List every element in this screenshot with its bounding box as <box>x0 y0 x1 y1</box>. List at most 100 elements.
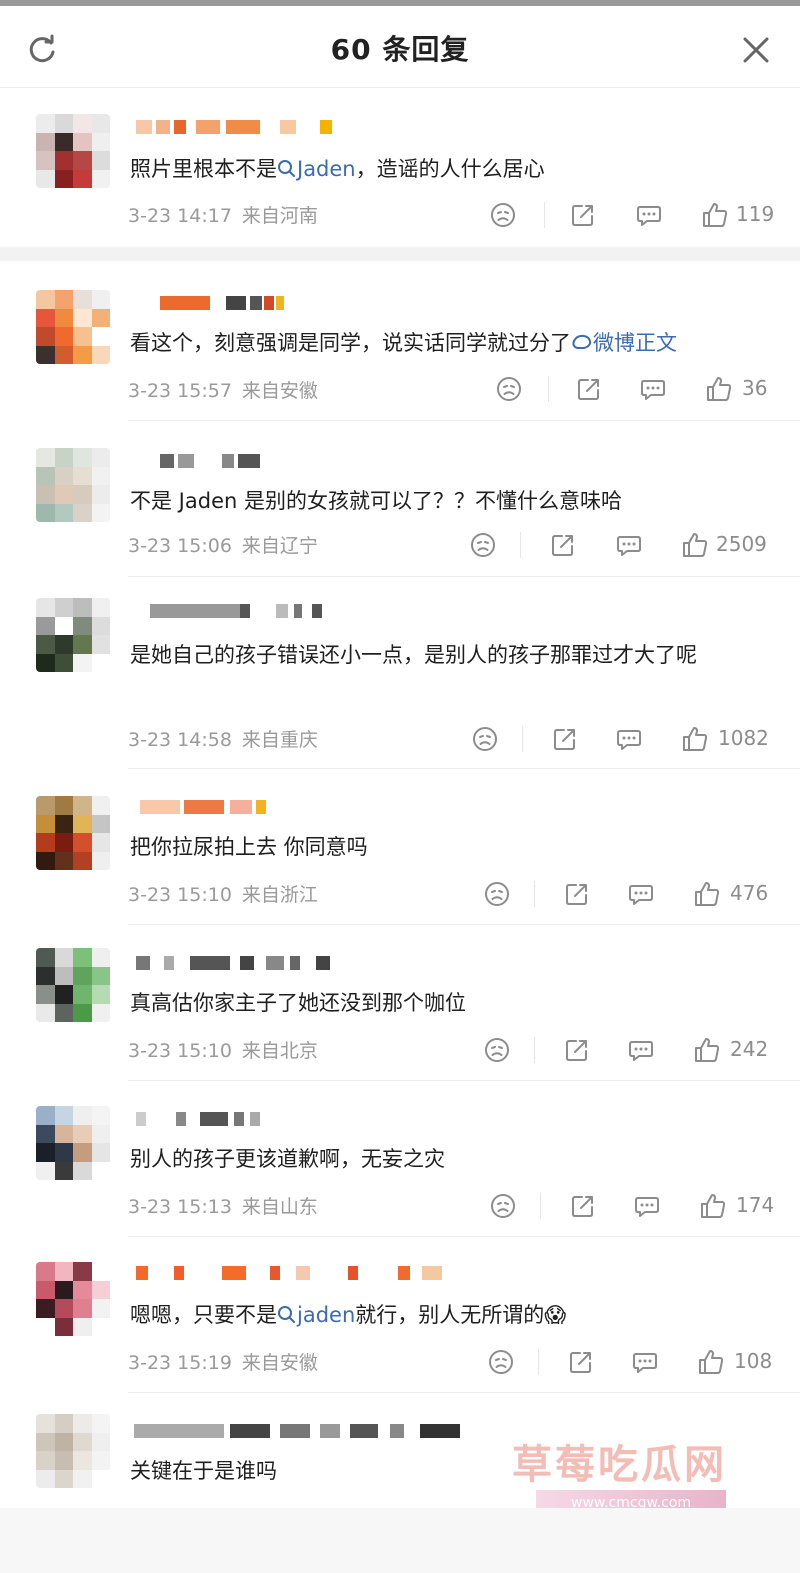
topic-link[interactable]: 微博正文 <box>571 331 677 355</box>
like-button[interactable] <box>704 374 734 404</box>
topic-link[interactable]: Jaden <box>277 157 356 181</box>
username-redacted[interactable] <box>130 956 460 974</box>
redaction-block <box>174 1266 184 1280</box>
redaction-block <box>178 454 194 468</box>
share-button[interactable] <box>568 200 598 230</box>
comment-text: 照片里根本不是 Jaden，造谣的人什么居心 <box>130 152 770 186</box>
avatar-pixel <box>54 598 73 617</box>
redaction-block <box>250 296 262 310</box>
avatar-pixel <box>36 851 55 870</box>
reply-button[interactable] <box>638 374 668 404</box>
share-button[interactable] <box>574 374 604 404</box>
avatar-pixel <box>73 151 92 170</box>
avatar-pixel <box>91 948 110 967</box>
avatar-pixel <box>36 290 55 309</box>
username-redacted[interactable] <box>130 454 460 472</box>
reply-button[interactable] <box>634 200 664 230</box>
avatar[interactable] <box>36 114 110 188</box>
dislike-button[interactable] <box>486 1347 516 1377</box>
redaction-block <box>164 956 174 970</box>
avatar-pixel <box>36 833 55 852</box>
username-redacted[interactable] <box>130 604 460 622</box>
avatar[interactable] <box>36 448 110 522</box>
share-button[interactable] <box>568 1191 598 1221</box>
comment-divider <box>128 576 800 577</box>
search-topic-icon <box>278 1306 295 1323</box>
username-redacted[interactable] <box>130 1424 460 1442</box>
reply-button[interactable] <box>630 1347 660 1377</box>
dislike-button[interactable] <box>470 724 500 754</box>
share-button[interactable] <box>562 1035 592 1065</box>
dislike-button[interactable] <box>488 200 518 230</box>
topic-link[interactable]: jaden <box>277 1303 355 1327</box>
redaction-block <box>226 120 260 134</box>
avatar[interactable] <box>36 1262 110 1336</box>
avatar-pixel <box>54 966 73 985</box>
avatar-pixel <box>54 503 73 522</box>
comment-text-main: 是她自己的孩子错误还小一点，是别人的孩子那罪过才大了呢 <box>130 643 697 667</box>
avatar-pixel <box>36 132 55 151</box>
dislike-button[interactable] <box>488 1191 518 1221</box>
redaction-block <box>134 1424 224 1438</box>
like-button[interactable] <box>692 879 722 909</box>
avatar-pixel <box>54 169 73 188</box>
redaction-block <box>320 120 332 134</box>
dislike-button[interactable] <box>482 1035 512 1065</box>
close-button[interactable] <box>734 28 778 72</box>
redaction-block <box>160 296 210 310</box>
avatar-pixel <box>73 851 92 870</box>
share-button[interactable] <box>566 1347 596 1377</box>
avatar-pixel <box>36 151 55 170</box>
username-redacted[interactable] <box>130 1112 460 1130</box>
thumbs-up-icon <box>701 1194 726 1218</box>
like-button[interactable] <box>692 1035 722 1065</box>
reply-button[interactable] <box>632 1191 662 1221</box>
dislike-button[interactable] <box>468 530 498 560</box>
redaction-block <box>222 454 234 468</box>
avatar[interactable] <box>36 598 110 672</box>
avatar-pixel <box>91 466 110 485</box>
comment-icon <box>629 1041 653 1061</box>
avatar[interactable] <box>36 796 110 870</box>
avatar-pixel <box>36 1299 55 1318</box>
sad-face-icon <box>491 203 515 227</box>
share-button[interactable] <box>562 879 592 909</box>
username-redacted[interactable] <box>130 1266 460 1284</box>
avatar-pixel <box>73 985 92 1004</box>
avatar-pixel <box>54 132 73 151</box>
avatar-pixel <box>91 635 110 654</box>
comment-actions: 2509 <box>0 530 800 560</box>
like-button[interactable] <box>696 1347 726 1377</box>
avatar-pixel <box>73 485 92 504</box>
username-redacted[interactable] <box>130 800 460 818</box>
username-redacted[interactable] <box>130 120 460 138</box>
like-button[interactable] <box>680 724 710 754</box>
redaction-block <box>136 1266 148 1280</box>
avatar-pixel <box>91 1469 110 1488</box>
like-button[interactable] <box>700 200 730 230</box>
like-button[interactable] <box>680 530 710 560</box>
avatar-pixel <box>54 1161 73 1180</box>
avatar-pixel <box>73 1262 92 1281</box>
avatar[interactable] <box>36 1106 110 1180</box>
username-redacted[interactable] <box>130 296 460 314</box>
comment-text-main: 别人的孩子更该道歉啊，无妄之灾 <box>130 1147 445 1171</box>
avatar[interactable] <box>36 290 110 364</box>
share-button[interactable] <box>548 530 578 560</box>
avatar-pixel <box>54 466 73 485</box>
like-button[interactable] <box>698 1191 728 1221</box>
avatar[interactable] <box>36 948 110 1022</box>
avatar[interactable] <box>36 1414 110 1488</box>
reply-button[interactable] <box>614 530 644 560</box>
like-count: 476 <box>730 881 769 905</box>
avatar-pixel <box>36 1432 55 1451</box>
dislike-button[interactable] <box>494 374 524 404</box>
avatar-pixel <box>54 327 73 346</box>
comment-text-main: 照片里根本不是 <box>130 157 277 181</box>
reply-button[interactable] <box>614 724 644 754</box>
share-button[interactable] <box>550 724 580 754</box>
reply-button[interactable] <box>626 879 656 909</box>
redaction-block <box>176 1112 186 1126</box>
dislike-button[interactable] <box>482 879 512 909</box>
reply-button[interactable] <box>626 1035 656 1065</box>
